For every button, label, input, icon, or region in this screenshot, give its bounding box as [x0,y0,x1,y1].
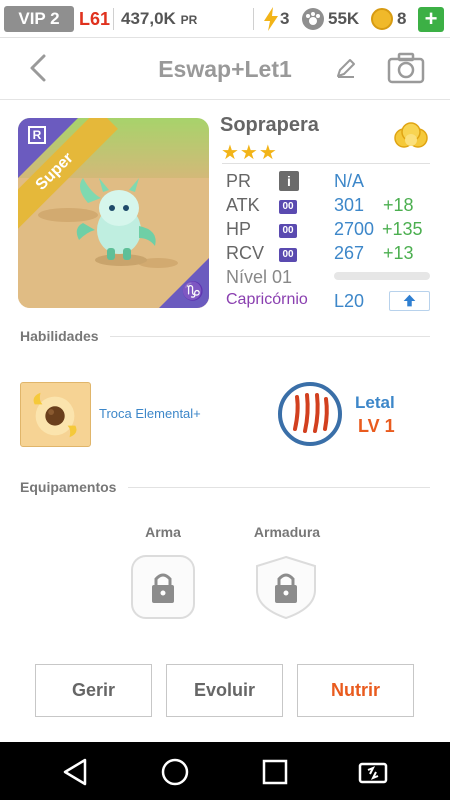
pr-value: N/A [334,171,365,191]
divider [113,8,114,30]
buy-coins-button[interactable]: + [418,7,444,32]
rcv-label: RCV [226,243,265,263]
weapon-label: Arma [145,524,181,540]
page-header: Eswap+Let1 [0,38,450,100]
atk-bonus: +18 [383,195,414,215]
claw-slash-icon[interactable] [277,381,343,447]
atk-value: 301 [334,195,365,215]
page-title: Eswap+Let1 [158,56,292,82]
top-status-bar: VIP 2 L61 437,0K PR 3 55K 8 + [0,0,450,38]
power-value: 437,0K [121,9,176,28]
active-skill-icon[interactable] [20,382,91,447]
vip-badge[interactable]: VIP 2 [4,6,74,32]
power-unit: PR [180,13,198,27]
pencil-icon[interactable] [334,56,358,80]
energy-icon [264,7,278,31]
equipment-section-title: Equipamentos [20,479,117,495]
level-label: Nível 01 [226,267,293,287]
passive-skill-name[interactable]: Letal [355,393,395,413]
pr-label: PR [226,171,252,191]
zodiac-sign-label: Capricórnio [226,291,308,308]
camera-icon[interactable] [387,52,425,84]
paw-count: 55K [328,9,360,28]
screen-rotate-icon[interactable] [357,756,389,788]
evolve-button[interactable]: Evoluir [166,664,283,717]
armor-slot-locked[interactable] [253,554,319,620]
divider [128,487,430,488]
upgrade-arrow-button[interactable] [389,291,430,311]
light-element-icon [394,122,428,148]
hp-label: HP [226,219,252,239]
home-circle-icon[interactable] [159,756,191,788]
back-chevron-icon[interactable] [20,50,56,86]
rarity-badge: R [28,126,46,144]
divider [110,336,430,337]
back-triangle-icon[interactable] [59,756,91,788]
paw-icon [302,8,324,30]
manage-button[interactable]: Gerir [35,664,152,717]
skills-section-title: Habilidades [20,328,99,344]
weapon-slot-locked[interactable] [130,554,196,620]
pet-name: Soprapera [220,114,319,136]
divider [222,163,430,164]
rcv-bonus: +13 [383,243,414,263]
rcv-value: 267 [334,243,365,263]
feed-button[interactable]: Nutrir [297,664,414,717]
divider [253,8,254,30]
capricorn-icon: ♑ [181,281,204,301]
energy-count: 3 [280,9,290,28]
info-icon[interactable]: i [279,171,299,191]
player-level: L61 [79,9,111,29]
atk-label: ATK [226,195,260,215]
coin-icon [371,8,393,30]
player-power: 437,0K PR [121,6,197,32]
hp-badge: 00 [279,224,297,238]
zodiac-sign-level: L20 [334,291,365,311]
pet-creature-image [76,178,156,266]
android-nav-bar [0,742,450,800]
atk-badge: 00 [279,200,297,214]
armor-label: Armadura [253,524,321,540]
star-rating: ★★★ [221,142,278,164]
active-skill-name[interactable]: Troca Elemental+ [99,406,201,421]
hp-value: 2700 [334,219,375,239]
passive-skill-level: LV 1 [358,416,395,436]
pet-portrait-card[interactable]: R Super ♑ [18,118,209,308]
coin-count: 8 [397,9,407,28]
recents-square-icon[interactable] [259,756,291,788]
rcv-badge: 00 [279,248,297,262]
xp-progress-bar [334,272,430,280]
hp-bonus: +135 [382,219,423,239]
